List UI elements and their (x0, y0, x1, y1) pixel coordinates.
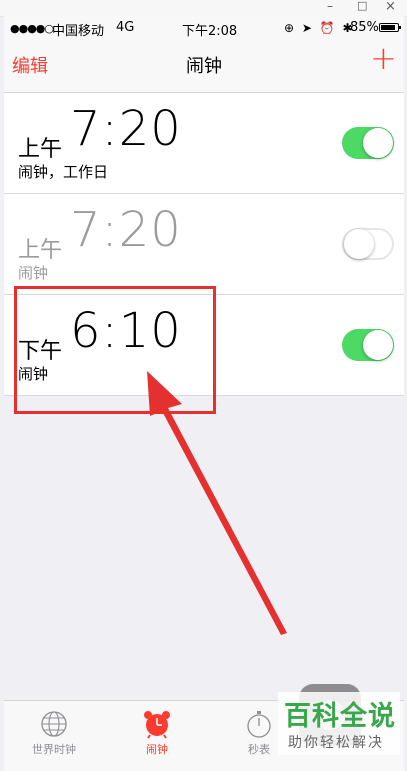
tab-alarm[interactable]: 闹钟 (117, 709, 197, 757)
watermark: 百科全说 助你轻松解决 (278, 692, 400, 755)
alarm-clock-icon (144, 711, 170, 739)
tab-label: 世界时钟 (32, 743, 76, 756)
watermark-subtitle: 助你轻松解决 (288, 735, 384, 751)
tab-label: 闹钟 (146, 743, 168, 756)
annotation-arrow-icon (147, 371, 287, 635)
stopwatch-icon (247, 711, 271, 738)
globe-icon (41, 711, 67, 737)
desktop-window-strip: – □ × (0, 0, 407, 17)
tab-label: 秒表 (248, 743, 270, 756)
window-close-button[interactable]: × (385, 0, 396, 14)
tab-world-clock[interactable]: 世界时钟 (14, 709, 94, 757)
watermark-title: 百科全说 (284, 701, 396, 732)
window-maximize-button[interactable]: □ (357, 0, 367, 12)
phone-screen: ●●●●○ 中国移动 4G 下午2:08 ⊕ ➤ ⏰ ✱ 85% 编辑 闹钟 +… (4, 16, 404, 771)
window-minimize-button[interactable]: – (327, 0, 333, 13)
